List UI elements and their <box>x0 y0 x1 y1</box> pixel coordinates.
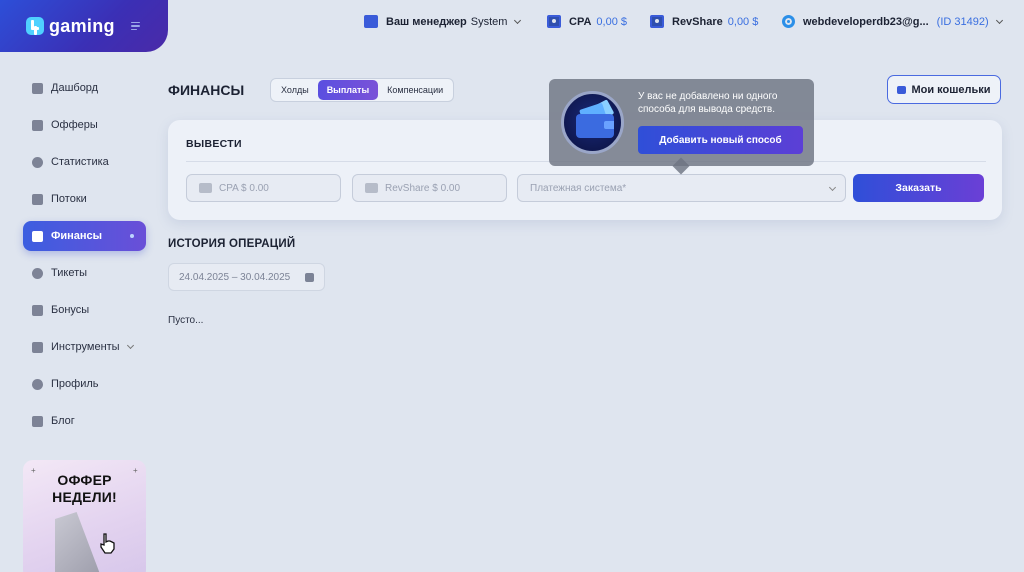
money-icon <box>547 15 561 28</box>
sparkle-icon: + <box>133 466 138 475</box>
manager-dropdown[interactable]: Ваш менеджер System <box>364 15 522 28</box>
no-payment-method-popup: У вас не добавлено ни одного способа для… <box>549 79 814 166</box>
popup-message: У вас не добавлено ни одного способа для… <box>638 91 778 115</box>
dashboard-icon <box>32 82 43 94</box>
hand-cursor-icon <box>100 533 115 554</box>
finance-tabs: Холды Выплаты Компенсации <box>270 78 455 102</box>
chevron-down-icon <box>514 16 522 24</box>
sidebar-item-offers[interactable]: Офферы <box>23 110 146 140</box>
date-range-picker[interactable]: 24.04.2025 – 30.04.2025 <box>168 263 325 291</box>
withdraw-title: ВЫВЕСТИ <box>186 138 242 150</box>
empty-state-text: Пусто... <box>168 315 204 326</box>
sidebar-item-label: Офферы <box>51 119 98 131</box>
revshare-label: RevShare <box>672 15 723 28</box>
chevron-down-icon <box>828 183 837 192</box>
sidebar-item-label: Инструменты <box>51 341 120 353</box>
menu-toggle-icon[interactable] <box>130 21 140 31</box>
tab-payouts[interactable]: Выплаты <box>317 80 379 100</box>
blog-icon <box>32 415 43 427</box>
cpa-label: CPA <box>569 15 592 28</box>
sidebar-item-profile[interactable]: Профиль <box>23 369 146 399</box>
wallet-icon <box>199 183 212 193</box>
cpa-amount-placeholder: CPA $ 0.00 <box>219 182 269 194</box>
sidebar-item-label: Блог <box>51 415 75 427</box>
sidebar-item-blog[interactable]: Блог <box>23 406 146 436</box>
user-id: (ID 31492) <box>936 15 989 28</box>
sparkle-icon: + <box>31 466 36 475</box>
top-bar: Ваш менеджер System CPA 0,00 $ RevShare … <box>168 0 1024 46</box>
statistics-icon <box>32 156 43 168</box>
manager-label: Ваш менеджер <box>386 15 467 28</box>
calendar-icon <box>305 273 314 282</box>
chat-icon <box>364 15 378 28</box>
user-email: webdeveloperdb23@g... <box>803 15 929 28</box>
sidebar-nav: Дашборд Офферы Статистика Потоки Финансы… <box>23 73 146 443</box>
payment-system-select[interactable]: Платежная система* <box>517 174 846 202</box>
cpa-value: 0,00 $ <box>596 15 628 28</box>
sidebar-item-dashboard[interactable]: Дашборд <box>23 73 146 103</box>
manager-name: System <box>470 15 508 28</box>
my-wallets-button[interactable]: Мои кошельки <box>887 75 1001 104</box>
sidebar-item-bonus[interactable]: Бонусы <box>23 295 146 325</box>
user-icon <box>782 15 795 28</box>
sidebar-item-label: Бонусы <box>51 304 90 316</box>
tickets-icon <box>32 267 43 279</box>
sidebar-item-label: Финансы <box>51 230 103 242</box>
promo-title-line1: ОФФЕР <box>57 472 112 488</box>
tools-icon <box>32 341 43 353</box>
active-indicator <box>130 234 134 238</box>
revshare-value: 0,00 $ <box>727 15 759 28</box>
sidebar-item-tickets[interactable]: Тикеты <box>23 258 146 288</box>
wallet-icon <box>897 85 907 94</box>
chevron-down-icon <box>126 341 134 350</box>
sidebar-item-tools[interactable]: Инструменты <box>23 332 146 362</box>
cpa-amount-input[interactable]: CPA $ 0.00 <box>186 174 341 202</box>
promo-title-line2: НЕДЕЛИ! <box>52 489 117 505</box>
chevron-down-icon <box>995 16 1003 24</box>
sidebar-item-label: Потоки <box>51 193 87 205</box>
add-payment-method-button[interactable]: Добавить новый способ <box>638 126 803 154</box>
sidebar-item-label: Статистика <box>51 156 109 168</box>
wallet-illustration-icon <box>561 91 624 154</box>
bonus-icon <box>32 304 43 316</box>
profile-icon <box>32 378 43 390</box>
promo-graphic <box>55 512 103 572</box>
cpa-balance[interactable]: CPA 0,00 $ <box>547 15 627 28</box>
page-title: ФИНАНСЫ <box>168 82 245 98</box>
logo-icon <box>26 17 44 35</box>
streams-icon <box>32 193 43 205</box>
finance-icon <box>32 230 43 242</box>
order-button[interactable]: Заказать <box>853 174 984 202</box>
offer-of-week-banner[interactable]: + + ОФФЕР НЕДЕЛИ! <box>23 460 146 572</box>
promo-title: ОФФЕР НЕДЕЛИ! <box>23 472 146 506</box>
logo-text: gaming <box>49 15 115 36</box>
sidebar-item-label: Профиль <box>51 378 99 390</box>
revshare-balance[interactable]: RevShare 0,00 $ <box>650 15 758 28</box>
user-menu[interactable]: webdeveloperdb23@g... (ID 31492) <box>782 15 1003 28</box>
sidebar-item-label: Тикеты <box>51 267 88 279</box>
money-icon <box>650 15 664 28</box>
revshare-amount-placeholder: RevShare $ 0.00 <box>385 182 461 194</box>
logo-area[interactable]: gaming <box>0 0 168 52</box>
history-title: ИСТОРИЯ ОПЕРАЦИЙ <box>168 238 296 250</box>
sidebar-item-finance[interactable]: Финансы <box>23 221 146 251</box>
sidebar-item-streams[interactable]: Потоки <box>23 184 146 214</box>
tab-holds[interactable]: Холды <box>272 80 318 100</box>
payment-system-placeholder: Платежная система* <box>530 182 627 194</box>
date-range-value: 24.04.2025 – 30.04.2025 <box>179 271 291 283</box>
sidebar-item-label: Дашборд <box>51 82 99 94</box>
revshare-amount-input[interactable]: RevShare $ 0.00 <box>352 174 507 202</box>
sidebar-item-statistics[interactable]: Статистика <box>23 147 146 177</box>
wallet-icon <box>365 183 378 193</box>
my-wallets-label: Мои кошельки <box>911 83 991 96</box>
tab-compensations[interactable]: Компенсации <box>378 80 452 100</box>
offers-icon <box>32 119 43 131</box>
